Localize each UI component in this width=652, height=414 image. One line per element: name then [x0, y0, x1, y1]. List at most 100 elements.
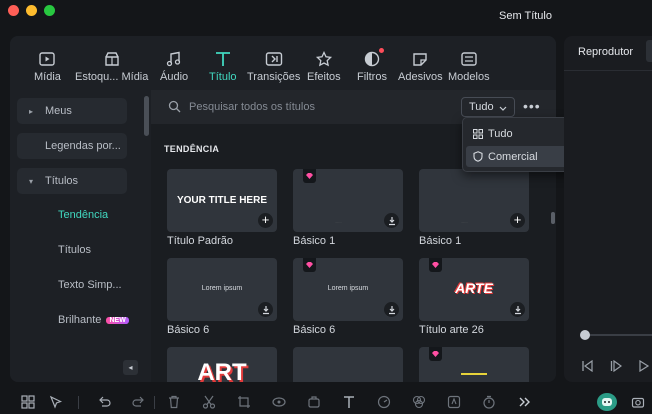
card-label: Básico 1 — [419, 235, 462, 247]
dropdown-option-label: Tudo — [488, 127, 513, 140]
card-label: Básico 6 — [167, 324, 210, 336]
divider — [78, 396, 79, 409]
play-icon[interactable] — [610, 359, 623, 377]
minimize-window-button[interactable] — [26, 5, 37, 16]
divider — [154, 396, 155, 409]
title-card[interactable]: ARTE — [419, 258, 529, 321]
dropdown-option-label: Comercial — [488, 150, 538, 163]
title-card[interactable]: ........ — [293, 169, 403, 232]
transitions-icon — [264, 50, 284, 68]
card-preview-text: ART — [197, 359, 247, 382]
sidebar-item-label: Legendas por... — [45, 140, 121, 152]
ai-edit-icon[interactable] — [446, 394, 462, 410]
tab-media-label: Mídia — [34, 71, 61, 83]
tab-stickers-label: Adesivos — [398, 71, 443, 83]
sidebar-subitem-tendencia[interactable]: Tendência — [58, 209, 108, 221]
layout-grid-icon[interactable] — [20, 394, 36, 410]
tab-templates[interactable]: Modelos — [448, 50, 490, 88]
tab-transitions[interactable]: Transições — [247, 50, 300, 88]
window-title: Sem Título — [499, 10, 552, 22]
tab-filters-label: Filtros — [357, 71, 387, 83]
player-tab-edge — [646, 40, 652, 62]
title-card[interactable]: ART — [167, 347, 277, 382]
select-cursor-icon[interactable] — [48, 394, 64, 410]
close-window-button[interactable] — [8, 5, 19, 16]
speed-icon[interactable] — [376, 394, 392, 410]
more-options-icon[interactable]: ••• — [523, 98, 541, 114]
tab-media[interactable]: Mídia — [34, 50, 61, 88]
title-card[interactable] — [293, 347, 403, 382]
sidebar-item-legendas[interactable]: Legendas por... — [17, 133, 127, 159]
download-icon[interactable] — [384, 213, 399, 228]
tab-title[interactable]: Título — [209, 50, 237, 88]
content-scrollbar[interactable] — [551, 212, 555, 224]
crop-icon[interactable] — [236, 394, 252, 410]
playback-progress-track[interactable] — [584, 334, 652, 336]
title-icon — [213, 50, 233, 68]
tab-audio[interactable]: Áudio — [160, 50, 188, 88]
title-card[interactable]: Lorem ipsum — [293, 258, 403, 321]
player-title: Reprodutor — [578, 46, 634, 58]
card-label: Básico 1 — [293, 235, 336, 247]
ai-assistant-icon[interactable] — [597, 393, 617, 411]
title-card[interactable]: Lorem ipsum — [167, 258, 277, 321]
search-input[interactable]: Pesquisar todos os títulos — [189, 101, 315, 113]
download-icon[interactable] — [258, 302, 273, 317]
tab-effects[interactable]: Efeitos — [307, 50, 341, 88]
snapshot-icon[interactable] — [630, 394, 646, 410]
split-scissors-icon[interactable] — [201, 394, 217, 410]
playback-scrubber-handle[interactable] — [580, 330, 590, 340]
sidebar-item-titulos[interactable]: ▾ Títulos — [17, 168, 127, 194]
sidebar-item-meus[interactable]: ▸ Meus — [17, 98, 127, 124]
new-indicator-dot — [378, 48, 384, 53]
color-icon[interactable] — [411, 394, 427, 410]
stock-media-icon — [102, 50, 122, 68]
previous-frame-icon[interactable] — [581, 359, 593, 377]
mask-icon[interactable] — [271, 394, 287, 410]
player-panel: Reprodutor — [564, 36, 652, 382]
title-card[interactable]: YOUR TITLE HERE + — [167, 169, 277, 232]
templates-icon — [459, 50, 479, 68]
premium-gem-icon — [429, 258, 442, 272]
sidebar-scrollbar[interactable] — [144, 96, 149, 136]
card-preview-text: Lorem ipsum — [327, 285, 369, 292]
app-window: Sem Título Mídia Estoqu... Mídia Áudio T… — [0, 0, 652, 414]
tab-filters[interactable]: Filtros — [357, 48, 387, 88]
audio-icon — [164, 50, 184, 68]
delete-icon[interactable] — [166, 394, 182, 410]
new-badge: NEW — [106, 317, 129, 324]
next-frame-icon[interactable] — [639, 359, 651, 377]
effects-icon — [314, 50, 334, 68]
sidebar-subitem-texto-simples[interactable]: Texto Simp... — [58, 279, 122, 291]
card-preview-stripe — [461, 373, 487, 375]
redo-icon[interactable] — [131, 394, 147, 410]
stickers-icon — [410, 50, 430, 68]
download-icon[interactable] — [510, 302, 525, 317]
add-icon[interactable]: + — [258, 213, 273, 228]
filter-dropdown[interactable]: Tudo — [461, 97, 515, 117]
add-icon[interactable]: + — [510, 213, 525, 228]
more-tools-icon[interactable] — [516, 394, 532, 410]
sidebar-subitem-titulos[interactable]: Títulos — [58, 244, 91, 256]
undo-icon[interactable] — [96, 394, 112, 410]
tab-stickers[interactable]: Adesivos — [398, 50, 443, 88]
download-icon[interactable] — [384, 302, 399, 317]
collapse-sidebar-button[interactable]: ◂ — [123, 360, 138, 375]
chevron-down-icon — [499, 103, 507, 115]
tab-effects-label: Efeitos — [307, 71, 341, 83]
tab-title-label: Título — [209, 71, 237, 83]
title-card[interactable] — [419, 347, 529, 382]
sidebar-item-label: Meus — [45, 105, 72, 117]
sidebar-subitem-brilhante[interactable]: Brilhante NEW — [58, 314, 129, 326]
tab-stock-media[interactable]: Estoqu... Mídia — [75, 50, 148, 88]
tab-stock-media-label: Estoqu... Mídia — [75, 71, 149, 83]
search-icon — [168, 100, 181, 118]
timer-icon[interactable] — [481, 394, 497, 410]
media-icon — [37, 50, 57, 68]
stabilize-icon[interactable] — [306, 394, 322, 410]
text-tool-icon[interactable] — [341, 394, 357, 410]
sidebar-subitem-label: Brilhante — [58, 314, 102, 326]
title-card[interactable]: ........ + — [419, 169, 529, 232]
chevron-left-icon: ◂ — [128, 363, 133, 372]
maximize-window-button[interactable] — [44, 5, 55, 16]
